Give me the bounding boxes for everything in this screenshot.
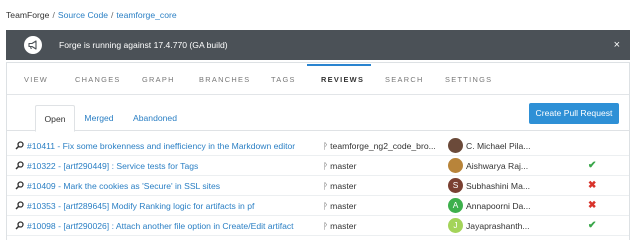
subtab-merged[interactable]: Merged xyxy=(79,105,119,131)
review-branch: ᚹ teamforge_ng2_code_bro... xyxy=(323,141,436,151)
tab-reviews[interactable]: REVIEWS xyxy=(321,75,364,84)
subtab-abandoned[interactable]: Abandoned xyxy=(129,105,181,131)
avatar xyxy=(448,138,463,153)
tab-settings[interactable]: SETTINGS xyxy=(445,75,492,84)
repository-panel: VIEW CHANGES GRAPH BRANCHES TAGS REVIEWS… xyxy=(6,62,630,240)
branch-name: teamforge_ng2_code_bro... xyxy=(330,141,436,151)
branch-name: master xyxy=(330,181,357,191)
breadcrumb-separator: / xyxy=(111,10,114,20)
search-icon[interactable] xyxy=(15,221,24,230)
table-row[interactable]: #10409 - Mark the cookies as 'Secure' in… xyxy=(7,176,629,196)
tab-search[interactable]: SEARCH xyxy=(385,75,424,84)
review-branch: ᚹ master xyxy=(323,201,356,211)
check-icon: ✔ xyxy=(588,160,597,171)
search-icon[interactable] xyxy=(15,161,24,170)
search-icon[interactable] xyxy=(15,201,24,210)
megaphone-icon xyxy=(24,36,42,54)
review-title-link[interactable]: #10322 - [artf290449] : Service tests fo… xyxy=(27,161,198,171)
close-icon[interactable]: × xyxy=(614,39,620,51)
tab-branches[interactable]: BRANCHES xyxy=(199,75,250,84)
review-author: Subhashini Ma... xyxy=(466,181,531,191)
tab-tags[interactable]: TAGS xyxy=(271,75,296,84)
review-title-link[interactable]: #10098 - [artf290026] : Attach another f… xyxy=(27,221,294,231)
review-branch: ᚹ master xyxy=(323,181,356,191)
table-row[interactable]: #10098 - [artf290026] : Attach another f… xyxy=(7,216,629,236)
table-row[interactable]: #10353 - [artf289645] Modify Ranking log… xyxy=(7,196,629,216)
check-icon: ✔ xyxy=(588,220,597,231)
table-row[interactable]: #10322 - [artf290449] : Service tests fo… xyxy=(7,156,629,176)
avatar: J xyxy=(448,218,463,233)
review-author: Annapoorni Da... xyxy=(466,201,531,211)
branch-icon: ᚹ xyxy=(323,221,329,231)
avatar: S xyxy=(448,178,463,193)
branch-name: master xyxy=(330,221,357,231)
branch-icon: ᚹ xyxy=(323,201,329,211)
table-row[interactable]: #10411 - Fix some brokenness and ineffic… xyxy=(7,136,629,156)
breadcrumb-repository[interactable]: teamforge_core xyxy=(116,10,176,20)
cross-icon: ✖ xyxy=(588,180,597,191)
search-icon[interactable] xyxy=(15,141,24,150)
branch-icon: ᚹ xyxy=(323,181,329,191)
tab-changes[interactable]: CHANGES xyxy=(75,75,121,84)
repository-tabs: VIEW CHANGES GRAPH BRANCHES TAGS REVIEWS… xyxy=(7,63,629,95)
breadcrumb-source-code[interactable]: Source Code xyxy=(58,10,108,20)
tab-graph[interactable]: GRAPH xyxy=(142,75,175,84)
branch-icon: ᚹ xyxy=(323,161,329,171)
review-author: Jayaprashanth... xyxy=(466,221,530,231)
subtab-open[interactable]: Open xyxy=(35,105,75,132)
branch-name: master xyxy=(330,161,357,171)
cross-icon: ✖ xyxy=(588,200,597,211)
review-author: Aishwarya Raj... xyxy=(466,161,529,171)
review-branch: ᚹ master xyxy=(323,221,356,231)
banner-message: Forge is running against 17.4.770 (GA bu… xyxy=(59,40,228,50)
review-title-link[interactable]: #10353 - [artf289645] Modify Ranking log… xyxy=(27,201,254,211)
branch-icon: ᚹ xyxy=(323,141,329,151)
branch-name: master xyxy=(330,201,357,211)
create-pull-request-button[interactable]: Create Pull Request xyxy=(529,103,619,124)
active-tab-indicator xyxy=(307,64,371,66)
review-author: C. Michael Pila... xyxy=(466,141,531,151)
avatar: A xyxy=(448,198,463,213)
review-title-link[interactable]: #10411 - Fix some brokenness and ineffic… xyxy=(27,141,295,151)
breadcrumb-separator: / xyxy=(52,10,55,20)
avatar xyxy=(448,158,463,173)
search-icon[interactable] xyxy=(15,181,24,190)
review-title-link[interactable]: #10409 - Mark the cookies as 'Secure' in… xyxy=(27,181,220,191)
review-branch: ᚹ master xyxy=(323,161,356,171)
tab-view[interactable]: VIEW xyxy=(24,75,48,84)
reviews-list: #10411 - Fix some brokenness and ineffic… xyxy=(7,136,629,236)
notification-banner: Forge is running against 17.4.770 (GA bu… xyxy=(6,30,630,60)
breadcrumb-root[interactable]: TeamForge xyxy=(6,10,49,20)
breadcrumb: TeamForge / Source Code / teamforge_core xyxy=(6,10,177,22)
